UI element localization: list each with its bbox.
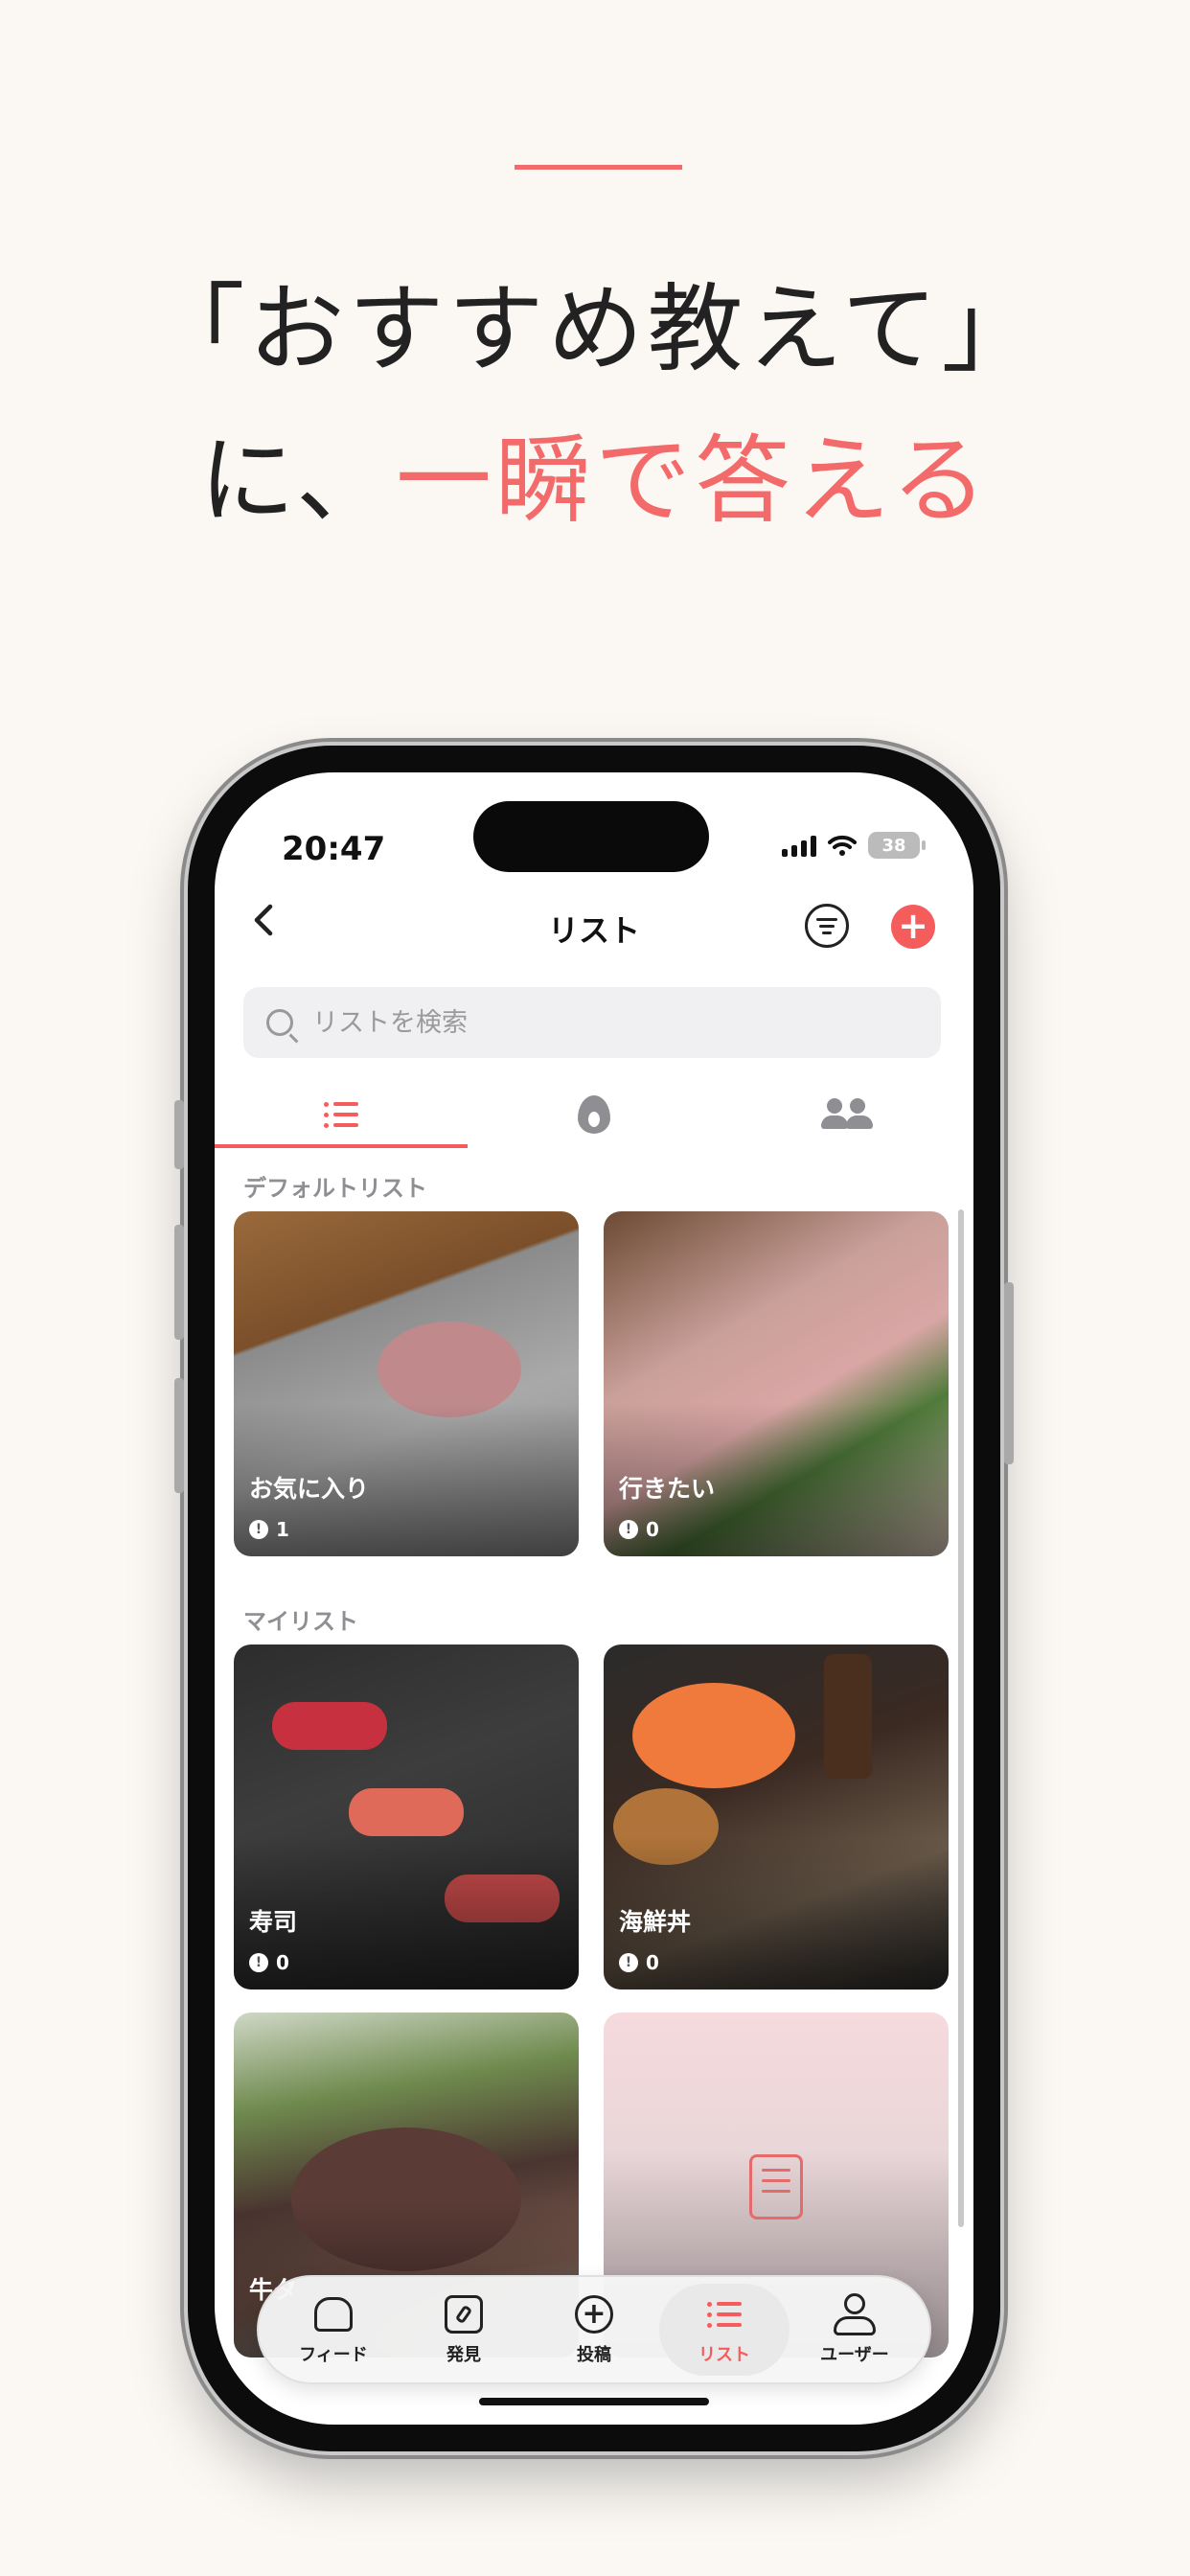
- tabbar-label: 発見: [446, 2345, 481, 2365]
- phone-frame: 20:47 38 リスト + リストを検索 デフォルトリスト お気に入り ! 1…: [174, 746, 1014, 2451]
- bottom-tab-bar: フィード 発見 + 投稿 リスト ユーザー: [257, 2275, 931, 2384]
- tabbar-feed[interactable]: フィード: [268, 2284, 399, 2376]
- list-name: 寿司: [249, 1908, 298, 1936]
- list-name: お気に入り: [249, 1475, 370, 1503]
- pin-icon: !: [249, 1520, 268, 1539]
- tabbar-discover[interactable]: 発見: [399, 2284, 529, 2376]
- food-shape: [272, 1702, 387, 1750]
- add-list-button[interactable]: +: [891, 905, 935, 949]
- status-icons: 38: [782, 832, 926, 859]
- list-card-kaisendon[interactable]: 海鮮丼 ! 0: [604, 1644, 949, 1990]
- list-card-sushi[interactable]: 寿司 ! 0: [234, 1644, 579, 1990]
- search-icon: [266, 1009, 293, 1036]
- app-screen: 20:47 38 リスト + リストを検索 デフォルトリスト お気に入り ! 1…: [215, 772, 973, 2425]
- compass-icon: [445, 2295, 483, 2334]
- tabbar-user[interactable]: ユーザー: [790, 2284, 920, 2376]
- tab-shared[interactable]: [721, 1081, 973, 1148]
- list-icon: [324, 1101, 358, 1128]
- list-count: ! 0: [619, 1518, 659, 1541]
- page-title: リスト: [547, 912, 640, 949]
- list-card-want-to-go[interactable]: 行きたい ! 0: [604, 1211, 949, 1556]
- home-icon: [314, 2297, 353, 2332]
- accent-line: [515, 165, 682, 170]
- flame-icon: [578, 1095, 610, 1134]
- volume-down-button: [174, 1378, 184, 1493]
- status-time: 20:47: [282, 830, 386, 868]
- food-shape: [632, 1683, 795, 1788]
- filter-icon[interactable]: [805, 904, 849, 948]
- food-shape: [824, 1654, 872, 1779]
- list-name: 行きたい: [619, 1475, 716, 1503]
- headline-prefix: に、: [199, 425, 396, 537]
- tabbar-lists[interactable]: リスト: [659, 2284, 790, 2376]
- user-icon: [834, 2293, 876, 2335]
- scrollbar[interactable]: [958, 1209, 964, 2227]
- list-count: ! 0: [619, 1951, 659, 1974]
- list-count: ! 0: [249, 1951, 289, 1974]
- signal-icon: [782, 834, 816, 857]
- tabbar-post[interactable]: + 投稿: [529, 2284, 659, 2376]
- note-icon: [749, 2154, 803, 2220]
- volume-up-button: [174, 1225, 184, 1340]
- pin-icon: !: [619, 1953, 638, 1972]
- mute-switch: [174, 1100, 184, 1169]
- search-input[interactable]: [312, 1007, 887, 1038]
- tabbar-label: リスト: [698, 2345, 750, 2365]
- tabbar-label: フィード: [299, 2345, 368, 2365]
- list-card-favorites[interactable]: お気に入り ! 1: [234, 1211, 579, 1556]
- tabbar-label: 投稿: [577, 2345, 611, 2365]
- pin-icon: !: [249, 1953, 268, 1972]
- headline-line-2: に、一瞬で答える: [0, 402, 1190, 541]
- section-default-lists: デフォルトリスト: [243, 1175, 427, 1202]
- home-indicator: [479, 2398, 709, 2405]
- dynamic-island: [473, 801, 709, 872]
- people-icon: [821, 1098, 873, 1131]
- list-icon: [707, 2301, 742, 2328]
- list-name: 海鮮丼: [619, 1908, 692, 1936]
- list-tabs: [215, 1081, 973, 1148]
- headline-accent: 一瞬で答える: [396, 425, 991, 537]
- power-button: [1004, 1282, 1014, 1464]
- search-bar[interactable]: [243, 987, 941, 1058]
- battery-level: 38: [881, 835, 906, 856]
- tab-popular[interactable]: [468, 1081, 721, 1148]
- tab-lists[interactable]: [215, 1081, 468, 1148]
- wifi-icon: [828, 835, 857, 856]
- tabbar-label: ユーザー: [820, 2345, 889, 2365]
- battery-icon: 38: [868, 832, 926, 859]
- food-shape: [349, 1788, 464, 1836]
- plus-circle-icon: +: [575, 2295, 613, 2334]
- section-my-lists: マイリスト: [243, 1608, 358, 1635]
- list-count: ! 1: [249, 1518, 289, 1541]
- pin-icon: !: [619, 1520, 638, 1539]
- headline-line-1: 「おすすめ教えて」: [149, 273, 1041, 385]
